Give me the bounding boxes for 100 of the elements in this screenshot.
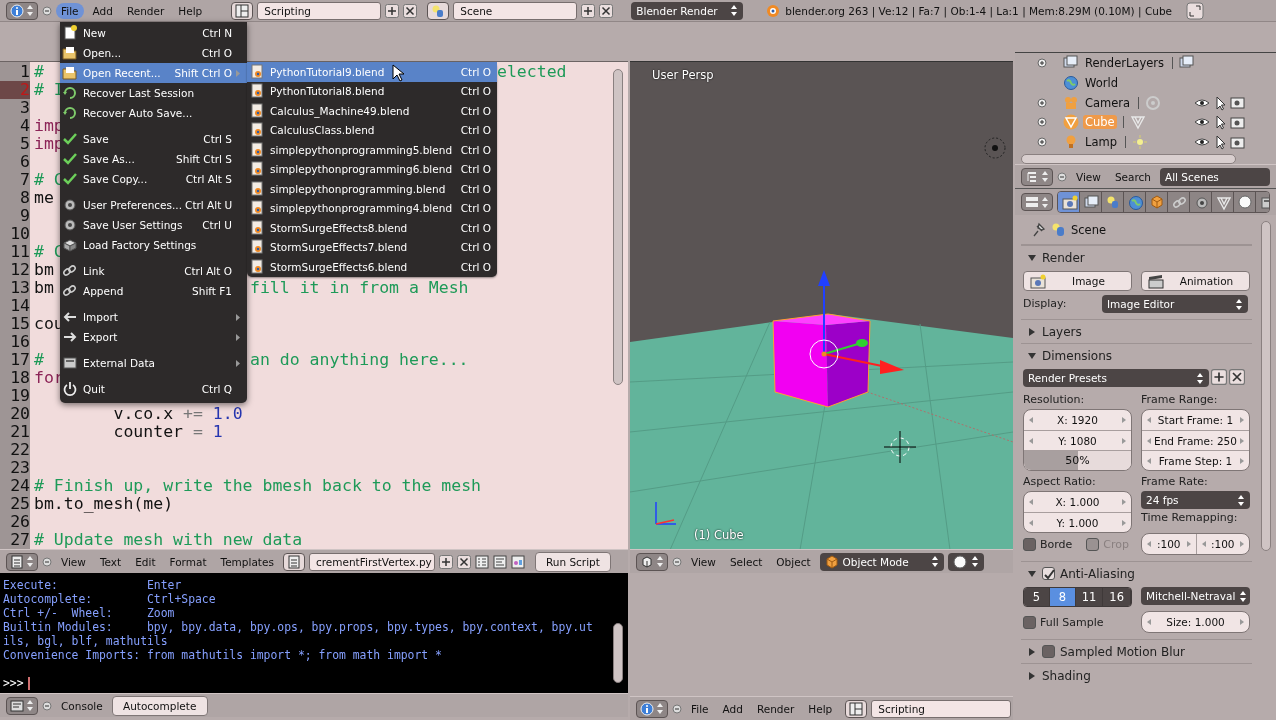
panel-title[interactable]: Dimensions bbox=[1042, 348, 1113, 363]
percentage-slider[interactable]: 50% bbox=[1024, 450, 1131, 470]
checkbox[interactable] bbox=[1042, 645, 1055, 658]
editor-type-button[interactable] bbox=[6, 552, 38, 571]
menu-item[interactable]: Select bbox=[724, 553, 768, 570]
properties-tab[interactable] bbox=[1168, 192, 1190, 212]
editor-type-button[interactable] bbox=[6, 696, 38, 715]
recent-file-item[interactable]: PythonTutorial8.blend Ctrl O bbox=[247, 81, 497, 101]
outliner-item[interactable]: Lamp bbox=[1083, 135, 1119, 150]
menu-item[interactable]: Edit bbox=[130, 553, 161, 570]
autocomplete-button[interactable]: Autocomplete bbox=[111, 695, 208, 716]
properties-tab[interactable] bbox=[1212, 192, 1234, 212]
menu-item[interactable]: Text bbox=[94, 553, 127, 570]
scene-field[interactable]: Scene bbox=[453, 1, 578, 20]
sample-button[interactable]: 11 bbox=[1075, 588, 1104, 606]
file-menu-item[interactable]: Link Ctrl Alt O bbox=[60, 261, 247, 281]
file-menu-item[interactable]: New Ctrl N bbox=[60, 23, 247, 43]
menu-item[interactable]: Add bbox=[717, 700, 748, 717]
file-menu-item[interactable]: Save Copy... Ctrl Alt S bbox=[60, 169, 247, 189]
menu-item[interactable]: Add bbox=[87, 2, 118, 19]
mode-dropdown[interactable]: Object Mode bbox=[819, 552, 944, 571]
menu-item[interactable]: View bbox=[686, 553, 721, 570]
properties-tab[interactable] bbox=[1146, 192, 1168, 212]
panel-title[interactable]: Layers bbox=[1042, 324, 1082, 339]
properties-tab[interactable] bbox=[1102, 192, 1124, 212]
panel-title[interactable]: Shading bbox=[1042, 668, 1091, 683]
render-button[interactable]: Animation bbox=[1141, 271, 1250, 291]
menu-item[interactable]: View bbox=[1071, 168, 1106, 185]
editor-type-button[interactable] bbox=[636, 699, 668, 718]
menu-item[interactable]: Search bbox=[1109, 168, 1156, 185]
menu-item[interactable]: File bbox=[686, 700, 714, 717]
run-script-button[interactable]: Run Script bbox=[534, 551, 611, 572]
menu-item[interactable]: Format bbox=[164, 553, 212, 570]
sample-button[interactable]: 16 bbox=[1103, 588, 1131, 606]
file-menu-item[interactable]: Recover Auto Save... bbox=[60, 103, 247, 123]
shading-dropdown[interactable] bbox=[947, 552, 984, 571]
recent-file-item[interactable]: StormSurgeEffects6.blend Ctrl O bbox=[247, 257, 497, 277]
sample-button[interactable]: 5 bbox=[1024, 588, 1050, 606]
editor-type-button[interactable] bbox=[1021, 167, 1053, 186]
scrollbar[interactable] bbox=[613, 69, 623, 385]
properties-tab[interactable] bbox=[1234, 192, 1256, 212]
editor-type-button[interactable] bbox=[1021, 193, 1053, 211]
file-menu-item[interactable]: Append Shift F1 bbox=[60, 281, 247, 301]
file-menu-item[interactable]: Open... Ctrl O bbox=[60, 43, 247, 63]
checkbox[interactable]: Full Sample bbox=[1023, 611, 1132, 633]
file-menu-item[interactable]: Import bbox=[60, 307, 247, 327]
outliner-item[interactable]: World bbox=[1083, 75, 1120, 90]
presets-dropdown[interactable]: Render Presets bbox=[1023, 369, 1209, 387]
menu-item[interactable]: Object bbox=[771, 553, 816, 570]
recent-file-item[interactable]: simplepythonprogramming.blend Ctrl O bbox=[247, 179, 497, 199]
file-menu-item[interactable]: Load Factory Settings bbox=[60, 235, 247, 255]
text-file-field[interactable]: crementFirstVertex.py bbox=[308, 552, 435, 571]
recent-file-item[interactable]: simplepythonprogramming4.blend Ctrl O bbox=[247, 198, 497, 218]
layout-field[interactable]: Scripting bbox=[871, 699, 1012, 718]
menu-item[interactable]: Console bbox=[56, 697, 108, 714]
properties-tab[interactable] bbox=[1190, 192, 1212, 212]
layout-button[interactable] bbox=[845, 699, 868, 718]
layout-field[interactable]: Scripting bbox=[257, 1, 382, 20]
file-menu-item[interactable]: Export bbox=[60, 327, 247, 347]
number-field[interactable]: Y: 1.000 bbox=[1024, 512, 1131, 532]
editor-type-button[interactable] bbox=[636, 552, 668, 571]
recent-file-item[interactable]: simplepythonprogramming6.blend Ctrl O bbox=[247, 159, 497, 179]
display-dropdown[interactable]: Image Editor bbox=[1102, 295, 1248, 313]
scrollbar[interactable] bbox=[1261, 221, 1271, 551]
menu-item[interactable]: Templates bbox=[215, 553, 279, 570]
filter-dropdown[interactable]: All Scenes bbox=[1160, 167, 1270, 186]
layout-button[interactable] bbox=[231, 1, 254, 20]
scene-button[interactable] bbox=[427, 1, 450, 20]
panel-title[interactable]: Anti-Aliasing bbox=[1060, 566, 1135, 581]
file-menu-item[interactable]: Save User Settings Ctrl U bbox=[60, 215, 247, 235]
scrollbar[interactable] bbox=[1021, 154, 1236, 164]
checkbox[interactable] bbox=[1042, 567, 1055, 580]
menu-item[interactable]: Render bbox=[121, 2, 170, 19]
file-menu-item[interactable]: Recover Last Session bbox=[60, 83, 247, 103]
properties-tab[interactable] bbox=[1124, 192, 1146, 212]
recent-file-item[interactable]: Calculus_Machine49.blend Ctrl O bbox=[247, 101, 497, 121]
file-menu-item[interactable]: User Preferences... Ctrl Alt U bbox=[60, 195, 247, 215]
editor-type-button[interactable] bbox=[6, 1, 38, 20]
menu-item[interactable]: Render bbox=[751, 700, 800, 717]
outliner-item[interactable]: Camera bbox=[1083, 95, 1133, 110]
file-menu-item[interactable]: Save Ctrl S bbox=[60, 129, 247, 149]
menu-item[interactable]: Help bbox=[173, 2, 208, 19]
properties-tab[interactable] bbox=[1058, 192, 1080, 212]
scrollbar[interactable] bbox=[613, 623, 623, 683]
panel-title[interactable]: Render bbox=[1042, 250, 1085, 265]
number-field[interactable]: X: 1920 bbox=[1024, 410, 1131, 430]
number-field[interactable]: Size: 1.000 bbox=[1142, 612, 1249, 632]
number-field[interactable]: X: 1.000 bbox=[1024, 492, 1131, 512]
recent-file-item[interactable]: simplepythonprogramming5.blend Ctrl O bbox=[247, 140, 497, 160]
recent-file-item[interactable]: StormSurgeEffects8.blend Ctrl O bbox=[247, 218, 497, 238]
number-field[interactable]: Frame Step: 1 bbox=[1142, 450, 1249, 470]
menu-item[interactable]: File bbox=[56, 2, 84, 19]
properties-tab[interactable] bbox=[1080, 192, 1102, 212]
recent-file-item[interactable]: StormSurgeEffects7.blend Ctrl O bbox=[247, 237, 497, 257]
recent-file-item[interactable]: PythonTutorial9.blend Ctrl O bbox=[247, 62, 497, 82]
render-engine-dropdown[interactable]: Blender Render bbox=[631, 1, 744, 20]
frame-rate-dropdown[interactable]: 24 fps bbox=[1141, 491, 1250, 509]
recent-file-item[interactable]: CalculusClass.blend Ctrl O bbox=[247, 120, 497, 140]
filter-dropdown[interactable]: Mitchell-Netraval bbox=[1141, 587, 1250, 605]
menu-item[interactable]: Help bbox=[803, 700, 838, 717]
